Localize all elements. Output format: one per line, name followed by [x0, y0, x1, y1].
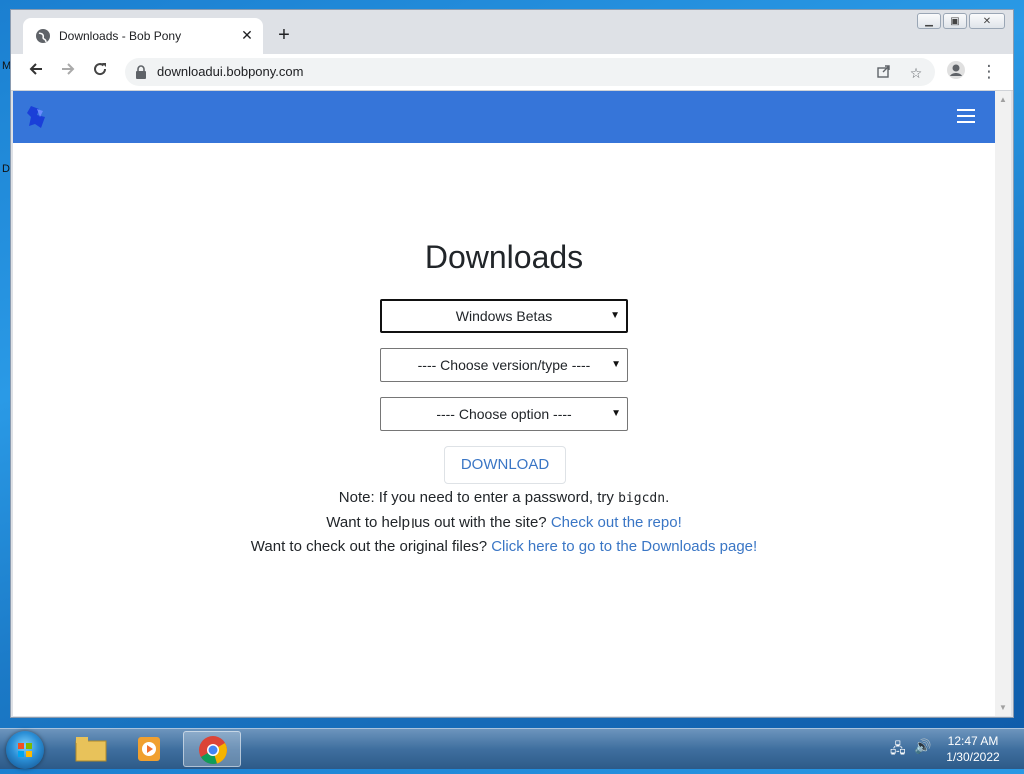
help-text: Want to help us out with the site? [326, 514, 551, 531]
minimize-button[interactable]: ▁ [917, 13, 941, 29]
explorer-taskbar-icon[interactable] [62, 731, 120, 767]
help-line: Want to help us out with the site? Check… [13, 514, 995, 531]
menu-kebab-icon[interactable]: ⋮ [977, 60, 1001, 84]
lock-icon[interactable] [135, 65, 147, 84]
downloads-page-link[interactable]: Click here to go to the Downloads page! [491, 538, 757, 555]
chevron-down-icon: ▼ [610, 310, 620, 321]
taskbar: 🖧 🔊 12:47 AM 1/30/2022 [0, 728, 1024, 769]
password-note: Note: If you need to enter a password, t… [13, 489, 995, 506]
restore-button[interactable]: ▣ [943, 13, 967, 29]
system-clock[interactable]: 12:47 AM 1/30/2022 [940, 733, 1006, 765]
back-icon[interactable] [24, 60, 48, 84]
forward-icon[interactable] [56, 60, 80, 84]
browser-window: Downloads - Bob Pony ✕ + ▁ ▣ ✕ downloadu… [10, 9, 1014, 718]
hamburger-menu-icon[interactable] [957, 109, 975, 123]
version-select-value: ---- Choose version/type ---- [417, 357, 591, 373]
share-icon[interactable] [875, 64, 893, 82]
site-logo[interactable] [25, 104, 49, 135]
scroll-down-icon[interactable]: ▼ [999, 703, 1007, 712]
address-bar[interactable]: downloadui.bobpony.com ☆ [125, 58, 935, 86]
tab-title: Downloads - Bob Pony [59, 29, 182, 43]
profile-avatar-icon[interactable] [944, 60, 968, 84]
volume-icon[interactable]: 🔊 [914, 738, 931, 755]
product-select[interactable]: Windows Betas ▼ [380, 299, 628, 333]
version-select[interactable]: ---- Choose version/type ---- ▼ [380, 348, 628, 382]
chevron-down-icon: ▼ [611, 359, 621, 370]
text-cursor-icon: I [411, 515, 415, 531]
media-player-taskbar-icon[interactable] [122, 731, 180, 767]
start-button[interactable] [6, 731, 44, 769]
chrome-taskbar-icon[interactable] [183, 731, 241, 767]
option-select[interactable]: ---- Choose option ---- ▼ [380, 397, 628, 431]
url-text: downloadui.bobpony.com [157, 64, 304, 79]
download-button[interactable]: DOWNLOAD [444, 446, 566, 484]
page-viewport: Downloads Windows Betas ▼ ---- Choose ve… [13, 91, 995, 716]
network-icon[interactable]: 🖧 [890, 738, 906, 762]
page-title: Downloads [424, 239, 584, 275]
original-files-line: Want to check out the original files? Cl… [13, 538, 995, 555]
globe-icon [35, 28, 51, 49]
scroll-up-icon[interactable]: ▲ [999, 95, 1007, 104]
repo-link[interactable]: Check out the repo! [551, 514, 682, 531]
bookmark-star-icon[interactable]: ☆ [907, 64, 925, 82]
desktop-icon-label[interactable]: D [2, 163, 10, 175]
note-period: . [665, 489, 670, 506]
browser-toolbar: downloadui.bobpony.com ☆ ⋮ [11, 54, 1013, 91]
chevron-down-icon: ▼ [611, 408, 621, 419]
new-tab-button[interactable]: + [273, 24, 295, 46]
note-text: Note: If you need to enter a password, t… [338, 489, 619, 506]
reload-icon[interactable] [88, 60, 112, 84]
clock-time: 12:47 AM [947, 734, 999, 748]
product-select-value: Windows Betas [455, 308, 553, 324]
option-select-value: ---- Choose option ---- [436, 406, 572, 422]
close-window-button[interactable]: ✕ [969, 13, 1005, 29]
clock-date: 1/30/2022 [946, 750, 1000, 764]
password-code: bigcdn [618, 491, 666, 506]
tab-strip: Downloads - Bob Pony ✕ + ▁ ▣ ✕ [11, 10, 1013, 54]
tab-close-icon[interactable]: ✕ [237, 25, 257, 45]
site-navbar [13, 91, 995, 143]
page-scrollbar[interactable]: ▲ ▼ [995, 91, 1011, 716]
tab-downloads[interactable]: Downloads - Bob Pony ✕ [23, 18, 263, 54]
original-text: Want to check out the original files? [250, 538, 492, 555]
